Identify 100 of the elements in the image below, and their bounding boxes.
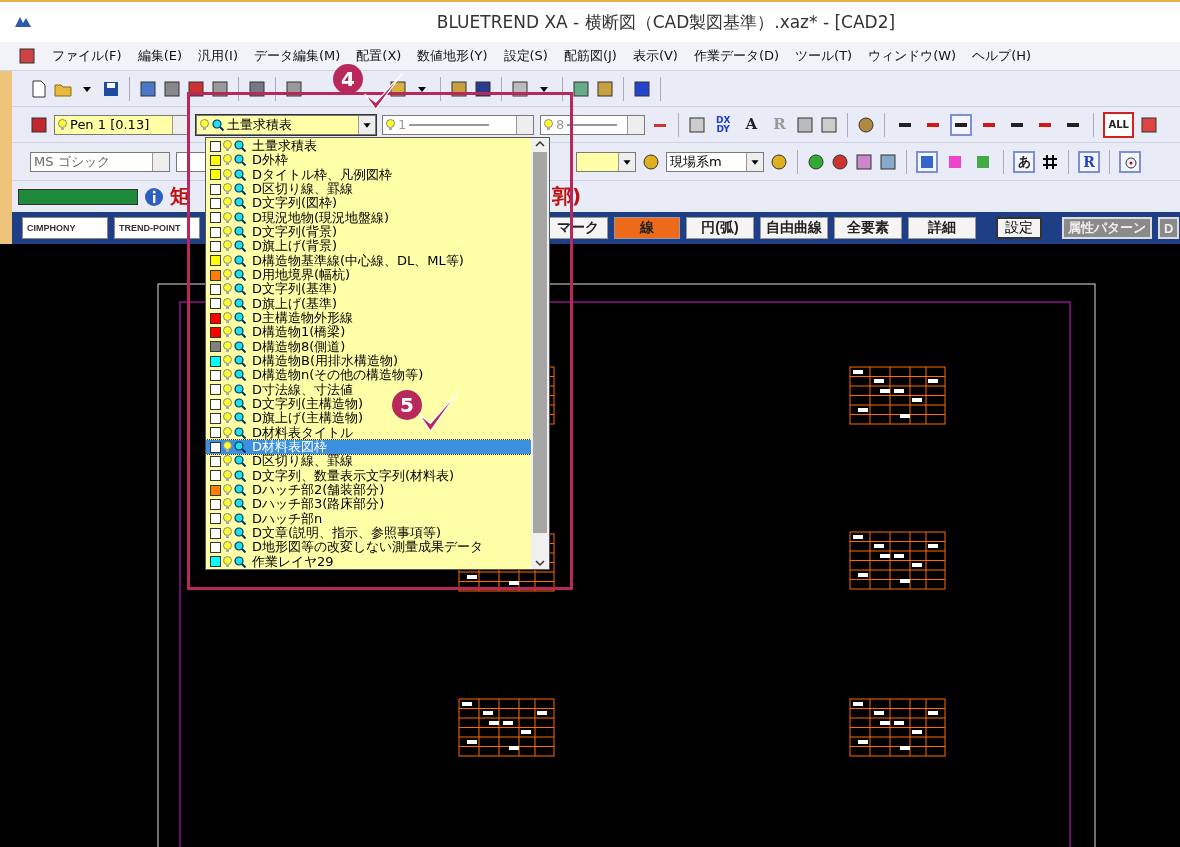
layer-item[interactable]: D文章(説明、指示、参照事項等) <box>206 525 444 541</box>
pen-combo[interactable]: Pen 1 [0.13] <box>54 114 190 135</box>
layer-item[interactable]: Dハッチ部n <box>206 511 325 526</box>
layer-item[interactable]: D構造物n(その他の構造物等) <box>206 368 426 383</box>
bulb-icon <box>223 154 232 167</box>
snap-tool[interactable] <box>950 113 973 136</box>
menu-item[interactable]: ウィンドウ(W) <box>868 47 957 65</box>
bulb-icon <box>223 183 232 196</box>
font-combo[interactable]: MS ゴシック <box>30 151 170 172</box>
magnifier-icon <box>234 469 246 482</box>
app-icon <box>14 15 32 29</box>
layer-item[interactable]: D旗上げ(基準) <box>206 296 340 311</box>
magnifier-icon <box>234 355 246 368</box>
layer-item[interactable]: 作業レイヤ29 <box>206 554 336 569</box>
menu-item[interactable]: データ編集(M) <box>253 47 341 65</box>
magnifier-icon <box>234 383 246 396</box>
bulb-icon <box>223 211 232 224</box>
menu-item[interactable]: 表示(V) <box>632 47 678 65</box>
layer-combo[interactable]: 土量求積表 <box>196 114 376 135</box>
magnifier-icon <box>234 498 246 511</box>
grid-icon[interactable] <box>1041 152 1059 171</box>
menu-item[interactable]: 設定(S) <box>503 47 548 65</box>
dimension-tool[interactable]: DX DY <box>712 113 735 136</box>
layer-item[interactable]: Dタイトル枠、凡例図枠 <box>206 167 394 182</box>
layer-item[interactable]: Dハッチ部3(路床部分) <box>206 497 387 512</box>
layer-item[interactable]: D構造物B(用排水構造物) <box>206 353 401 369</box>
mode-tab[interactable]: 円(弧) <box>686 217 754 239</box>
bulb-icon <box>223 254 232 267</box>
menu-item[interactable]: 数値地形(Y) <box>417 47 488 65</box>
menu-item[interactable]: ツール(T) <box>795 47 853 65</box>
toolbar-icon[interactable] <box>855 152 873 171</box>
new-file-icon[interactable] <box>30 79 48 98</box>
magnifier-icon <box>234 240 246 253</box>
view-tool[interactable] <box>916 150 938 173</box>
layer-item[interactable]: D寸法線、寸法値 <box>206 382 355 397</box>
layer-item[interactable]: D旗上げ(主構造物) <box>206 411 366 426</box>
magnifier-icon <box>234 555 246 568</box>
magnifier-icon <box>234 398 246 411</box>
bulb-icon <box>200 118 209 131</box>
layer-item[interactable]: D外枠 <box>206 153 290 168</box>
text-tool[interactable]: A <box>740 113 763 136</box>
bulb-icon <box>223 498 232 511</box>
r-tool[interactable]: R <box>1078 150 1100 173</box>
layer-item[interactable]: D文字列(主構造物) <box>206 396 366 412</box>
mode-tab[interactable]: 詳細 <box>908 217 976 239</box>
layer-item[interactable]: D構造物1(橋梁) <box>206 325 348 340</box>
magnifier-icon <box>234 412 246 425</box>
logo-button[interactable]: TREND-POINT <box>114 217 200 239</box>
bulb-icon <box>223 269 232 282</box>
layer-item[interactable]: D区切り線、罫線 <box>206 182 355 197</box>
character-tool[interactable]: あ <box>1013 150 1035 173</box>
layer-item[interactable]: D構造物8(側道) <box>206 339 348 354</box>
mode-tab[interactable]: 自由曲線 <box>760 217 828 239</box>
scroll-down-icon[interactable] <box>534 557 546 569</box>
menu-item[interactable]: 編集(E) <box>137 47 182 65</box>
toolbar-icon[interactable] <box>1139 115 1158 134</box>
menu-item[interactable]: 作業データ(D) <box>693 47 780 65</box>
menu-item[interactable]: 配筋図(J) <box>563 47 617 65</box>
status-message: 郭) <box>552 183 582 210</box>
layer-dropdown-list[interactable] <box>205 137 550 570</box>
layer-item[interactable]: Dハッチ部2(舗装部分) <box>206 482 387 498</box>
bulb-icon <box>223 555 232 568</box>
magnifier-icon <box>234 140 246 153</box>
toolbar-icon[interactable] <box>596 79 614 98</box>
layer-item[interactable]: D文字列、数量表示文字列(材料表) <box>206 468 457 483</box>
mode-tab[interactable]: 全要素 <box>834 217 902 239</box>
layer-item[interactable]: D文字列(基準) <box>206 282 340 297</box>
bulb-icon <box>223 226 232 239</box>
point-tool[interactable] <box>1119 150 1141 173</box>
layer-item[interactable]: D材料表タイトル <box>206 425 355 440</box>
layer-item[interactable]: D用地境界(幅杭) <box>206 267 353 283</box>
menu-item[interactable]: ヘルプ(H) <box>972 47 1032 65</box>
magnifier-icon <box>234 455 246 468</box>
all-tool[interactable]: ALL <box>1103 111 1134 138</box>
settings-button[interactable]: 設定 <box>996 217 1042 239</box>
mode-tab[interactable]: 線 <box>614 217 680 239</box>
layer-item[interactable]: D主構造物外形線 <box>206 310 355 326</box>
scrollbar[interactable] <box>531 138 549 569</box>
magnifier-icon <box>234 183 246 196</box>
layer-item[interactable]: D文字列(図枠) <box>206 196 340 211</box>
bulb-icon <box>223 469 232 482</box>
coordinate-combo[interactable]: 現場系m <box>666 151 764 172</box>
layer-item[interactable]: D構造物基準線(中心線、DL、ML等) <box>206 253 466 268</box>
toolbar-icon[interactable] <box>572 79 590 98</box>
menu-item[interactable]: 汎用(I) <box>198 47 238 65</box>
layer-item[interactable]: D旗上げ(背景) <box>206 239 340 254</box>
logo-button[interactable]: CIMPHONY <box>22 217 108 239</box>
layer-item[interactable]: D地形図等の改変しない測量成果データ <box>206 540 485 555</box>
layer-item[interactable]: D文字列(背景) <box>206 224 340 240</box>
menu-item[interactable]: ファイル(F) <box>52 47 122 65</box>
menu-item[interactable]: 配置(X) <box>356 47 402 65</box>
layer-item[interactable]: 土量求積表 <box>206 139 319 154</box>
bulb-icon <box>223 340 232 353</box>
layer-item[interactable]: D区切り線、罫線 <box>206 454 355 469</box>
color-combo[interactable] <box>576 151 636 172</box>
save-icon[interactable] <box>102 79 120 98</box>
toolbar-icon[interactable] <box>879 152 897 171</box>
layer-item[interactable]: D現況地物(現況地盤線) <box>206 210 392 225</box>
bulb-icon <box>223 541 232 554</box>
magnifier-icon <box>234 168 246 181</box>
